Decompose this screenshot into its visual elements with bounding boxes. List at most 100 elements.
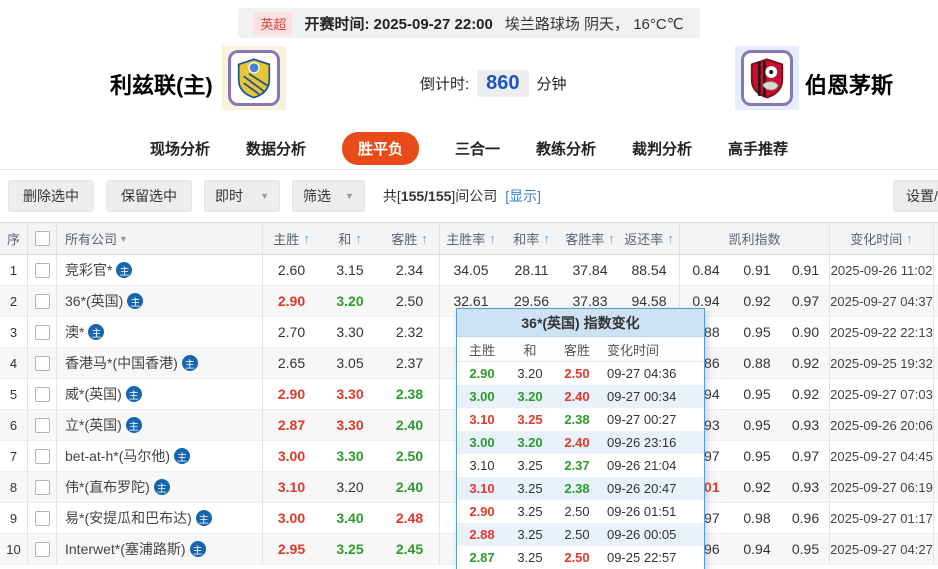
row-checkbox[interactable] <box>34 541 50 557</box>
odds-cell: 3.30 <box>336 386 364 402</box>
row-checkbox[interactable] <box>34 479 50 495</box>
col-header-change-time[interactable]: 变化时间 ↑ <box>830 223 934 254</box>
keep-selected-button[interactable]: 保留选中 <box>106 180 192 212</box>
company-cell[interactable]: 威*(英国) 主 <box>57 379 263 409</box>
company-cell[interactable]: bet-at-h*(马尔他) 主 <box>57 441 263 471</box>
tab-7[interactable]: 高手推荐 <box>728 138 788 159</box>
col-header-select-all[interactable] <box>28 223 57 254</box>
popup-odds-cell: 2.88 <box>469 527 495 542</box>
tab-6[interactable]: 裁判分析 <box>632 138 692 159</box>
change-time-cell: 2025-09-26 20:06 <box>830 410 934 440</box>
popup-time-cell: 09-26 01:51 <box>607 504 677 519</box>
col-header-home-odds[interactable]: 主胜 ↑ <box>263 223 320 254</box>
row-seq: 8 <box>0 472 28 502</box>
home-badge-icon: 主 <box>125 417 142 433</box>
odds-cell: 3.40 <box>336 510 364 526</box>
row-select-cell <box>28 441 57 471</box>
change-time-cell: 2025-09-27 04:45 <box>830 441 934 471</box>
col-header-draw-odds[interactable]: 和 ↑ <box>320 223 380 254</box>
odds-cell: 3.15 <box>336 262 364 278</box>
popup-odds-cell: 3.25 <box>517 412 543 427</box>
col-header-company[interactable]: 所有公司 ▼ <box>57 223 263 254</box>
col-header-draw-rate[interactable]: 和率 ↑ <box>502 223 561 254</box>
filter-select[interactable]: 筛选 ▼ <box>292 180 365 212</box>
popup-col-header: 主胜 <box>468 342 495 358</box>
show-link[interactable]: [显示] <box>505 188 541 204</box>
row-checkbox[interactable] <box>34 262 50 278</box>
popup-row: 3.10 3.25 2.37 09-26 21:04 <box>457 454 704 477</box>
col-header-return-rate[interactable]: 返还率 ↑ <box>619 223 680 254</box>
row-seq: 7 <box>0 441 28 471</box>
row-select-cell <box>28 472 57 502</box>
select-all-checkbox[interactable] <box>34 231 50 246</box>
teams-row: 利兹联(主) 倒计时: 860 分钟 伯恩茅斯 <box>0 44 938 128</box>
odds-cell: 3.30 <box>336 324 364 340</box>
countdown-value: 860 <box>477 70 529 97</box>
company-cell[interactable]: Interwet*(塞浦路斯) 主 <box>57 534 263 564</box>
row-checkbox[interactable] <box>34 448 50 464</box>
popup-odds-cell: 3.10 <box>469 481 495 496</box>
popup-odds-cell: 3.20 <box>517 389 543 404</box>
tab-3-active[interactable]: 胜平负 <box>341 132 419 165</box>
sort-up-icon: ↑ <box>303 231 310 246</box>
popup-odds-cell: 2.40 <box>564 389 590 404</box>
change-time-cell: 2025-09-27 01:17 <box>830 503 934 533</box>
popup-time-cell: 09-25 22:57 <box>607 550 677 565</box>
odds-cell: 2.50 <box>380 286 440 316</box>
row-checkbox[interactable] <box>34 293 50 309</box>
delete-selected-button[interactable]: 删除选中 <box>8 180 94 212</box>
kelly-cell: 0.91 <box>743 262 771 278</box>
time-mode-select[interactable]: 即时 ▼ <box>204 180 280 212</box>
sort-up-icon: ↑ <box>608 231 615 246</box>
home-badge-icon: 主 <box>127 293 144 309</box>
change-time-cell: 2025-09-26 11:02 <box>830 255 934 285</box>
odds-cell: 2.32 <box>380 317 440 347</box>
row-checkbox[interactable] <box>34 324 50 340</box>
settings-button[interactable]: 设置/选择 <box>893 180 938 212</box>
popup-odds-cell: 3.25 <box>517 458 543 473</box>
odds-analysis-page: 英超 开赛时间: 2025-09-27 22:00 埃兰路球场 阴天， 16°C… <box>0 0 938 569</box>
odds-cell: 3.00 <box>277 510 306 526</box>
tab-2[interactable]: 数据分析 <box>246 138 306 159</box>
odds-cell: 3.20 <box>336 293 364 309</box>
company-cell[interactable]: 竞彩官* 主 <box>57 255 263 285</box>
bournemouth-crest-icon <box>750 58 784 99</box>
odds-cell: 2.87 <box>277 417 306 433</box>
chevron-down-icon: ▼ <box>260 191 269 201</box>
company-cell[interactable]: 伟*(直布罗陀) 主 <box>57 472 263 502</box>
tab-bar: 现场分析 数据分析 胜平负 三合一 教练分析 裁判分析 高手推荐 <box>0 128 938 170</box>
company-cell[interactable]: 36*(英国) 主 <box>57 286 263 316</box>
tab-1[interactable]: 现场分析 <box>150 138 210 159</box>
tab-5[interactable]: 教练分析 <box>536 138 596 159</box>
row-select-cell <box>28 410 57 440</box>
tab-4[interactable]: 三合一 <box>455 138 500 159</box>
company-cell[interactable]: 易*(安提瓜和巴布达) 主 <box>57 503 263 533</box>
row-seq: 2 <box>0 286 28 316</box>
row-checkbox[interactable] <box>34 417 50 433</box>
company-cell[interactable]: 立*(英国) 主 <box>57 410 263 440</box>
popup-row: 2.87 3.25 2.50 09-25 22:57 <box>457 546 704 569</box>
popup-odds-cell: 2.37 <box>564 458 590 473</box>
row-checkbox[interactable] <box>34 386 50 402</box>
kelly-cell: 0.95 <box>743 324 771 340</box>
kelly-cell: 0.88 <box>743 355 771 371</box>
company-cell[interactable]: 香港马*(中国香港) 主 <box>57 348 263 378</box>
popup-odds-cell: 2.38 <box>564 412 590 427</box>
popup-time-cell: 09-26 20:47 <box>607 481 677 496</box>
kickoff-time: 开赛时间: 2025-09-27 22:00 <box>304 15 493 33</box>
match-info-bar: 英超 开赛时间: 2025-09-27 22:00 埃兰路球场 阴天， 16°C… <box>238 8 700 38</box>
popup-col-header: 客胜 <box>563 342 590 358</box>
odds-cell: 3.30 <box>336 448 364 464</box>
col-header-home-rate[interactable]: 主胜率 ↑ <box>440 223 502 254</box>
countdown: 倒计时: 860 分钟 <box>420 70 567 97</box>
row-checkbox[interactable] <box>34 355 50 371</box>
row-checkbox[interactable] <box>34 510 50 526</box>
row-select-cell <box>28 379 57 409</box>
col-header-away-odds[interactable]: 客胜 ↑ <box>380 223 440 254</box>
kelly-cell: 0.92 <box>743 479 771 495</box>
col-header-away-rate[interactable]: 客胜率 ↑ <box>561 223 619 254</box>
sort-up-icon: ↑ <box>543 231 550 246</box>
popup-odds-cell: 3.10 <box>469 412 495 427</box>
company-cell[interactable]: 澳* 主 <box>57 317 263 347</box>
popup-row: 2.90 3.25 2.50 09-26 01:51 <box>457 500 704 523</box>
